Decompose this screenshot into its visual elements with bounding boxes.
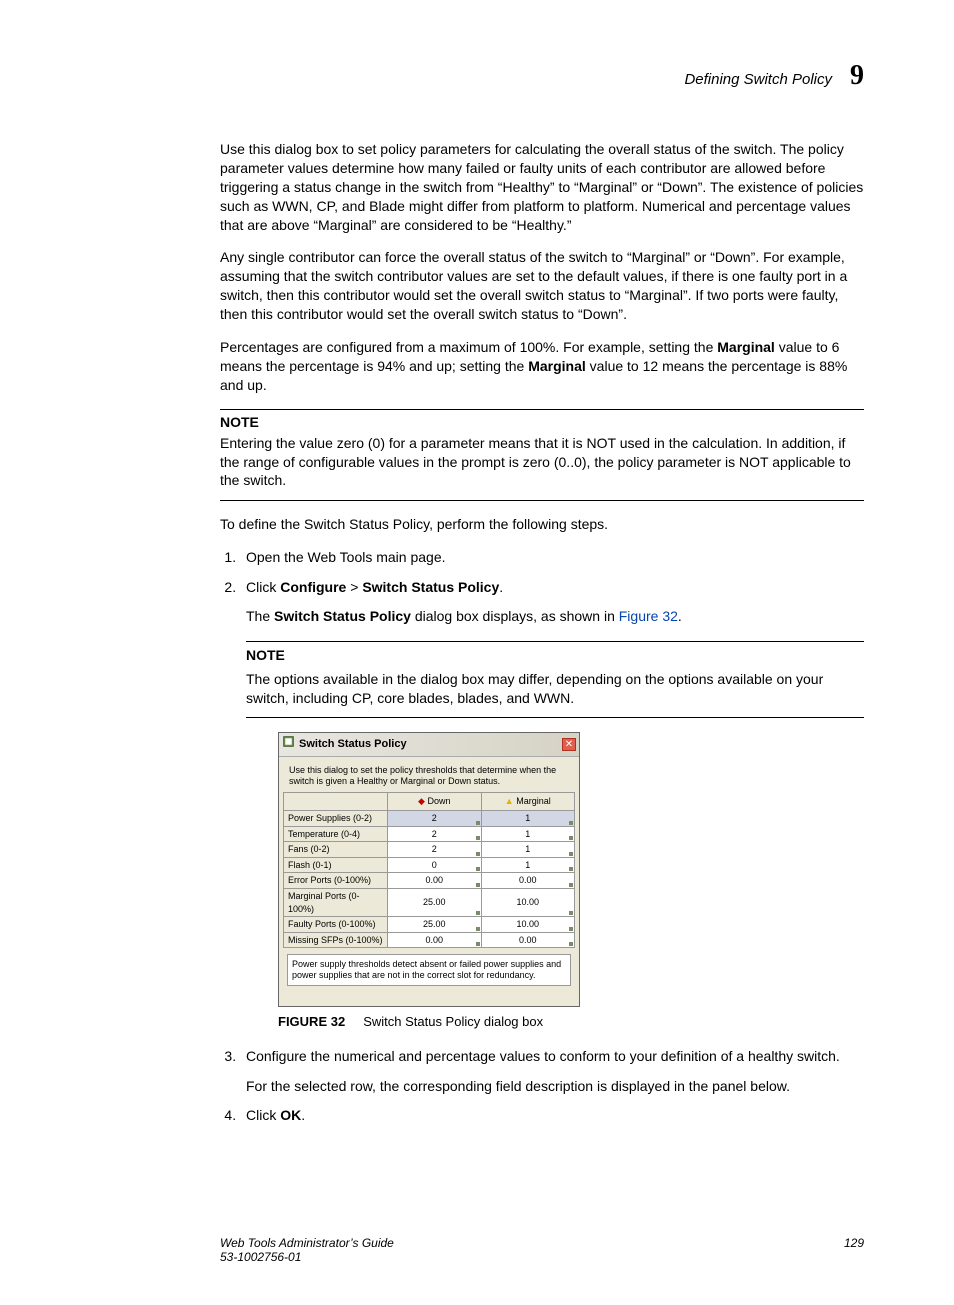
dialog-help-text: Power supply thresholds detect absent or… — [287, 954, 571, 986]
note-heading: NOTE — [220, 414, 864, 430]
switch-status-policy-bold: Switch Status Policy — [362, 579, 499, 595]
dialog-title-text: Switch Status Policy — [299, 737, 407, 752]
figure-caption: FIGURE 32 Switch Status Policy dialog box — [278, 1013, 864, 1031]
policy-table: ◆ Down ▲ Marginal Power Supplies (0-2) 2… — [283, 792, 575, 948]
table-row[interactable]: Faulty Ports (0-100%) 25.00 10.00 — [284, 917, 575, 933]
down-cell[interactable]: 2 — [388, 810, 482, 826]
text: Click — [246, 1107, 280, 1123]
col-down-label: Down — [427, 796, 450, 806]
down-cell[interactable]: 25.00 — [388, 917, 482, 933]
switch-status-policy-dialog: Switch Status Policy ✕ Use this dialog t… — [278, 732, 580, 1007]
dialog-icon — [282, 735, 295, 753]
down-cell[interactable]: 25.00 — [388, 888, 482, 916]
row-name: Fans (0-2) — [284, 842, 388, 858]
step-text: Click OK. — [246, 1107, 305, 1123]
intro-para-3: Percentages are configured from a maximu… — [220, 338, 864, 395]
down-cell[interactable]: 2 — [388, 842, 482, 858]
figure-32-link[interactable]: Figure 32 — [619, 608, 678, 624]
row-name: Marginal Ports (0-100%) — [284, 888, 388, 916]
intro-para-2: Any single contributor can force the ove… — [220, 248, 864, 324]
row-name: Missing SFPs (0-100%) — [284, 932, 388, 948]
note-body: Entering the value zero (0) for a parame… — [220, 434, 864, 491]
figure-caption-text: Switch Status Policy dialog box — [363, 1014, 543, 1029]
row-name: Power Supplies (0-2) — [284, 810, 388, 826]
col-down: ◆ Down — [388, 793, 482, 811]
page-footer: Web Tools Administrator’s Guide 53-10027… — [220, 1236, 864, 1265]
page-header: Defining Switch Policy 9 — [220, 60, 864, 92]
dialog-name-bold: Switch Status Policy — [274, 608, 411, 624]
marginal-cell[interactable]: 1 — [481, 842, 575, 858]
text: Percentages are configured from a maximu… — [220, 339, 717, 355]
marginal-bold-2: Marginal — [528, 358, 586, 374]
table-row[interactable]: Error Ports (0-100%) 0.00 0.00 — [284, 873, 575, 889]
intro-para-1: Use this dialog box to set policy parame… — [220, 140, 864, 234]
marginal-cell[interactable]: 10.00 — [481, 917, 575, 933]
step-2: Click Configure > Switch Status Policy. … — [240, 578, 864, 1031]
chapter-number: 9 — [850, 60, 864, 92]
step-text: Configure the numerical and percentage v… — [246, 1048, 840, 1064]
marginal-cell[interactable]: 0.00 — [481, 873, 575, 889]
close-icon: ✕ — [565, 740, 573, 750]
row-name: Faulty Ports (0-100%) — [284, 917, 388, 933]
text: . — [499, 579, 503, 595]
text: > — [346, 579, 362, 595]
text: Click — [246, 579, 280, 595]
table-row[interactable]: Fans (0-2) 2 1 — [284, 842, 575, 858]
table-row[interactable]: Flash (0-1) 0 1 — [284, 857, 575, 873]
col-marginal: ▲ Marginal — [481, 793, 575, 811]
table-row[interactable]: Power Supplies (0-2) 2 1 — [284, 810, 575, 826]
text: . — [678, 608, 682, 624]
configure-bold: Configure — [280, 579, 346, 595]
marginal-icon: ▲ — [505, 796, 514, 806]
col-marginal-label: Marginal — [516, 796, 551, 806]
table-row[interactable]: Missing SFPs (0-100%) 0.00 0.00 — [284, 932, 575, 948]
steps-list: Open the Web Tools main page. Click Conf… — [220, 548, 864, 1126]
marginal-cell[interactable]: 1 — [481, 826, 575, 842]
step-text: Open the Web Tools main page. — [246, 549, 446, 565]
ok-bold: OK — [280, 1107, 301, 1123]
marginal-cell[interactable]: 10.00 — [481, 888, 575, 916]
page-number: 129 — [844, 1236, 864, 1265]
step-text: Click Configure > Switch Status Policy. — [246, 579, 503, 595]
figure-label: FIGURE 32 — [278, 1014, 345, 1029]
marginal-cell[interactable]: 1 — [481, 810, 575, 826]
dialog-description: Use this dialog to set the policy thresh… — [279, 757, 579, 793]
table-row[interactable]: Temperature (0-4) 2 1 — [284, 826, 575, 842]
step-3-sub: For the selected row, the corresponding … — [246, 1077, 864, 1097]
note-block-1: NOTE Entering the value zero (0) for a p… — [220, 409, 864, 502]
text: . — [301, 1107, 305, 1123]
book-title: Web Tools Administrator’s Guide — [220, 1236, 394, 1250]
text: dialog box displays, as shown in — [411, 608, 619, 624]
note-block-2: NOTE The options available in the dialog… — [246, 641, 864, 718]
row-name: Temperature (0-4) — [284, 826, 388, 842]
marginal-cell[interactable]: 0.00 — [481, 932, 575, 948]
header-title: Defining Switch Policy — [684, 71, 832, 88]
col-empty — [284, 793, 388, 811]
dialog-titlebar: Switch Status Policy ✕ — [279, 733, 579, 756]
row-name: Error Ports (0-100%) — [284, 873, 388, 889]
doc-number: 53-1002756-01 — [220, 1250, 394, 1264]
table-row[interactable]: Marginal Ports (0-100%) 25.00 10.00 — [284, 888, 575, 916]
down-cell[interactable]: 0 — [388, 857, 482, 873]
steps-intro: To define the Switch Status Policy, perf… — [220, 515, 864, 534]
text: The — [246, 608, 274, 624]
step-3: Configure the numerical and percentage v… — [240, 1047, 864, 1096]
marginal-bold-1: Marginal — [717, 339, 775, 355]
marginal-cell[interactable]: 1 — [481, 857, 575, 873]
down-icon: ◆ — [418, 796, 425, 806]
step-1: Open the Web Tools main page. — [240, 548, 864, 568]
down-cell[interactable]: 0.00 — [388, 873, 482, 889]
step-4: Click OK. — [240, 1106, 864, 1126]
step-2-sub: The Switch Status Policy dialog box disp… — [246, 607, 864, 627]
down-cell[interactable]: 2 — [388, 826, 482, 842]
row-name: Flash (0-1) — [284, 857, 388, 873]
note-body: The options available in the dialog box … — [246, 670, 864, 708]
close-button[interactable]: ✕ — [562, 738, 576, 751]
down-cell[interactable]: 0.00 — [388, 932, 482, 948]
note-heading: NOTE — [246, 646, 864, 666]
